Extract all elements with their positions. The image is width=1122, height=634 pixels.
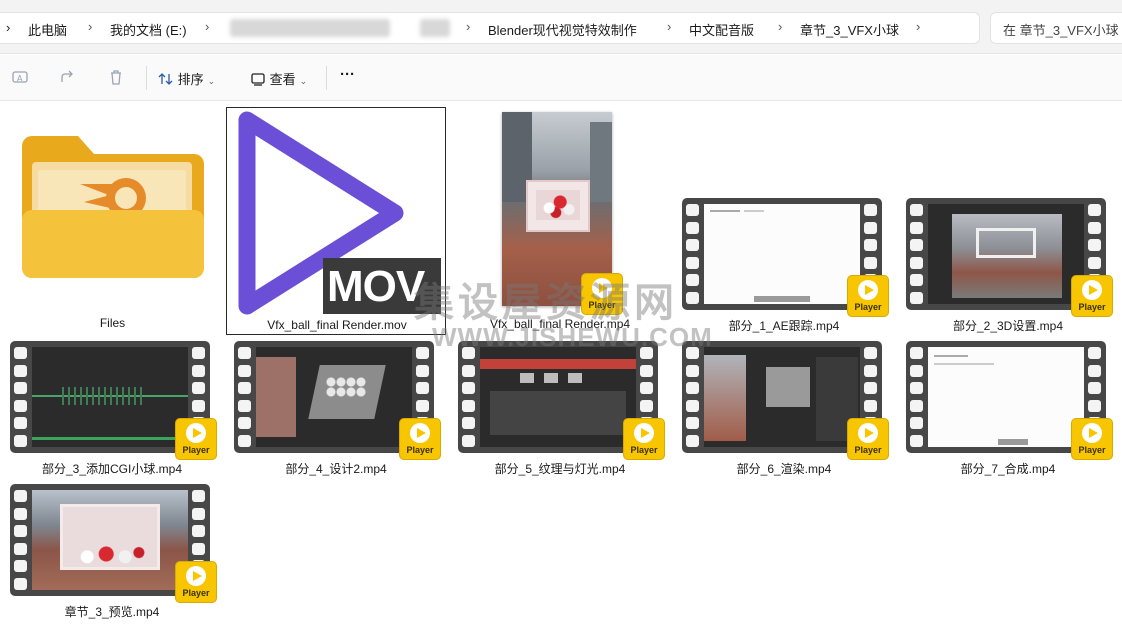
player-badge: Player xyxy=(176,562,216,602)
file-item-video[interactable]: Player 章节_3_预览.mp4 xyxy=(0,484,224,624)
blurred-breadcrumb xyxy=(420,19,450,37)
file-item-folder[interactable]: Files xyxy=(0,102,225,334)
view-icon xyxy=(251,73,265,86)
file-name: Files xyxy=(99,316,126,330)
box-frame xyxy=(526,180,590,232)
file-item-video[interactable]: Player 部分_3_添加CGI小球.mp4 xyxy=(0,341,224,477)
file-name: 部分_7_合成.mp4 xyxy=(960,462,1056,476)
chevron-down-icon: ⌄ xyxy=(207,76,216,86)
trash-icon[interactable] xyxy=(106,68,126,88)
breadcrumb-documents[interactable]: 我的文档 (E:) xyxy=(110,20,187,39)
chevron-down-icon: ⌄ xyxy=(299,76,308,86)
more-options-button[interactable]: ··· xyxy=(340,66,355,83)
chevron-right-icon[interactable]: › xyxy=(667,19,671,34)
divider xyxy=(146,66,147,90)
mov-badge-text: MOV xyxy=(327,262,425,311)
breadcrumb-this-pc[interactable]: 此电脑 xyxy=(28,20,67,39)
file-name: 部分_3_添加CGI小球.mp4 xyxy=(41,462,183,476)
sort-icon xyxy=(158,73,173,85)
breadcrumb-chapter3[interactable]: 章节_3_VFX小球 xyxy=(800,20,899,39)
player-badge: Player xyxy=(1072,276,1112,316)
player-badge: Player xyxy=(176,419,216,459)
folder-icon xyxy=(22,136,204,278)
file-item-video[interactable]: Player 部分_7_合成.mp4 xyxy=(896,341,1120,477)
sort-button[interactable]: 排序 ⌄ xyxy=(158,69,215,88)
watermark-title: 集设屋资源网 xyxy=(414,281,678,325)
chevron-right-icon: › xyxy=(6,20,11,35)
chevron-right-icon[interactable]: › xyxy=(916,19,920,34)
blurred-breadcrumb xyxy=(230,19,390,37)
svg-text:A: A xyxy=(17,74,23,83)
file-name: 章节_3_预览.mp4 xyxy=(64,605,160,619)
chevron-right-icon[interactable]: › xyxy=(88,19,92,34)
file-item-video[interactable]: Player 部分_6_渲染.mp4 xyxy=(672,341,896,477)
file-item-video[interactable]: Player 部分_5_纹理与灯光.mp4 xyxy=(448,341,672,477)
search-placeholder: 在 章节_3_VFX小球 xyxy=(1003,23,1119,38)
sort-label: 排序 xyxy=(177,72,204,87)
player-badge: Player xyxy=(1072,419,1112,459)
file-name: 部分_2_3D设置.mp4 xyxy=(952,319,1064,333)
file-item-video[interactable]: Player 部分_4_设计2.mp4 xyxy=(224,341,448,477)
player-badge: Player xyxy=(624,419,664,459)
player-badge: Player xyxy=(848,276,888,316)
view-label: 查看 xyxy=(269,72,296,87)
address-bar: › 此电脑 › 我的文档 (E:) › › Blender现代视觉特效制作 › … xyxy=(0,0,1122,54)
share-icon[interactable] xyxy=(58,68,78,88)
file-item-video[interactable]: Player 部分_2_3D设置.mp4 xyxy=(896,198,1120,334)
breadcrumb-chinese-dub[interactable]: 中文配音版 xyxy=(689,20,754,39)
view-button[interactable]: 查看 ⌄ xyxy=(250,69,307,88)
file-item-mov[interactable]: MOV Vfx_ball_final Render.mov xyxy=(226,107,446,335)
file-item-video[interactable]: Player 部分_1_AE跟踪.mp4 xyxy=(672,198,896,334)
file-name: 部分_6_渲染.mp4 xyxy=(736,462,832,476)
watermark-url: WWW.JISHEWU.COM xyxy=(432,322,713,352)
chevron-right-icon[interactable]: › xyxy=(778,19,782,34)
rename-icon[interactable]: A xyxy=(10,68,30,88)
chevron-right-icon[interactable]: › xyxy=(205,19,209,34)
divider xyxy=(326,66,327,90)
breadcrumb-course[interactable]: Blender现代视觉特效制作 xyxy=(488,20,637,39)
balls xyxy=(536,190,580,220)
player-badge: Player xyxy=(848,419,888,459)
file-name: 部分_5_纹理与灯光.mp4 xyxy=(494,462,626,476)
file-name: 部分_4_设计2.mp4 xyxy=(285,462,387,476)
chevron-right-icon[interactable]: › xyxy=(466,19,470,34)
player-badge: Player xyxy=(400,419,440,459)
building-right xyxy=(590,122,612,202)
